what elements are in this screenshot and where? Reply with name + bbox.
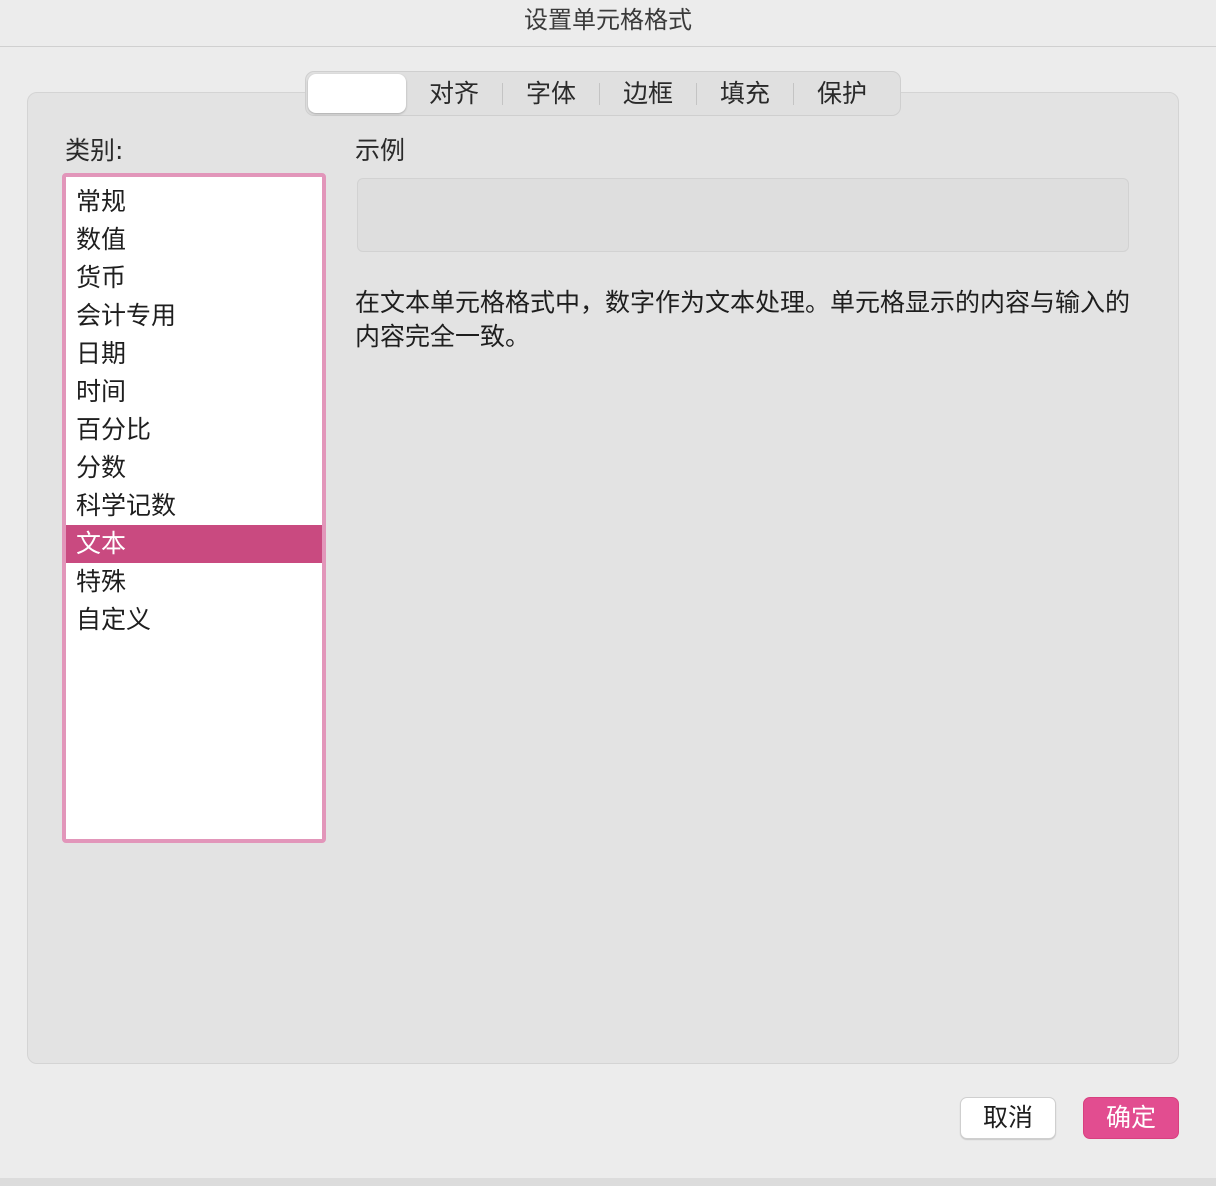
sample-preview [357, 178, 1129, 252]
cancel-button[interactable]: 取消 [960, 1097, 1056, 1139]
category-item-date[interactable]: 日期 [66, 335, 322, 373]
sample-label: 示例 [355, 136, 406, 165]
category-item-number[interactable]: 数值 [66, 221, 322, 259]
category-item-percentage[interactable]: 百分比 [66, 411, 322, 449]
category-item-currency[interactable]: 货币 [66, 259, 322, 297]
category-item-general[interactable]: 常规 [66, 183, 322, 221]
format-cells-dialog: 设置单元格格式 对齐 字体 边框 填充 保护 类别: 常规 数值 货币 会计专用… [0, 0, 1216, 1186]
category-item-special[interactable]: 特殊 [66, 563, 322, 601]
tab-protection[interactable]: 保护 [794, 72, 890, 115]
tab-font[interactable]: 字体 [503, 72, 599, 115]
category-item-scientific[interactable]: 科学记数 [66, 487, 322, 525]
category-item-accounting[interactable]: 会计专用 [66, 297, 322, 335]
tab-number[interactable] [308, 74, 406, 113]
category-item-custom[interactable]: 自定义 [66, 601, 322, 639]
category-label: 类别: [65, 136, 124, 165]
ok-button[interactable]: 确定 [1083, 1097, 1179, 1139]
tab-alignment[interactable]: 对齐 [406, 72, 502, 115]
tab-fill[interactable]: 填充 [697, 72, 793, 115]
category-item-fraction[interactable]: 分数 [66, 449, 322, 487]
bottom-edge [0, 1178, 1216, 1186]
dialog-title: 设置单元格格式 [524, 6, 692, 34]
category-list[interactable]: 常规 数值 货币 会计专用 日期 时间 百分比 分数 科学记数 文本 特殊 自定… [62, 173, 326, 843]
category-item-text[interactable]: 文本 [66, 525, 322, 563]
tab-bar: 对齐 字体 边框 填充 保护 [305, 71, 901, 116]
tab-border[interactable]: 边框 [600, 72, 696, 115]
title-bar: 设置单元格格式 [0, 0, 1216, 47]
category-item-time[interactable]: 时间 [66, 373, 322, 411]
format-description: 在文本单元格格式中，数字作为文本处理。单元格显示的内容与输入的内容完全一致。 [355, 288, 1131, 351]
